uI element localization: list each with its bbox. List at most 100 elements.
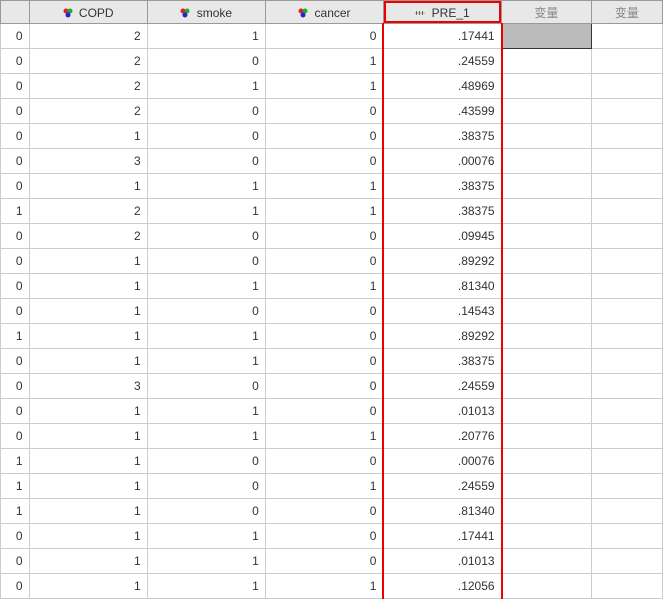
cell-smoke[interactable]: 0 <box>147 374 265 399</box>
cell-copd[interactable]: 1 <box>29 299 147 324</box>
table-row[interactable]: 0211.48969 <box>1 74 663 99</box>
cell-rownum[interactable]: 1 <box>1 474 30 499</box>
cell-rownum[interactable]: 1 <box>1 324 30 349</box>
cell-rownum[interactable]: 0 <box>1 399 30 424</box>
cell-empty1[interactable] <box>502 399 592 424</box>
cell-empty2[interactable] <box>591 349 662 374</box>
cell-cancer[interactable]: 0 <box>265 299 383 324</box>
cell-copd[interactable]: 1 <box>29 424 147 449</box>
cell-pre1[interactable]: .24559 <box>383 474 501 499</box>
data-grid[interactable]: COPD smoke cancer PRE_1 变量 变量 0210.17441… <box>0 0 663 599</box>
table-row[interactable]: 0200.43599 <box>1 99 663 124</box>
cell-empty2[interactable] <box>591 99 662 124</box>
cell-copd[interactable]: 1 <box>29 124 147 149</box>
cell-empty2[interactable] <box>591 24 662 49</box>
cell-rownum[interactable]: 0 <box>1 574 30 599</box>
cell-cancer[interactable]: 1 <box>265 474 383 499</box>
table-row[interactable]: 0100.14543 <box>1 299 663 324</box>
cell-smoke[interactable]: 1 <box>147 574 265 599</box>
cell-cancer[interactable]: 0 <box>265 324 383 349</box>
table-row[interactable]: 1110.89292 <box>1 324 663 349</box>
cell-empty2[interactable] <box>591 374 662 399</box>
col-header-rownum[interactable] <box>1 1 30 24</box>
cell-empty2[interactable] <box>591 49 662 74</box>
cell-empty2[interactable] <box>591 174 662 199</box>
cell-rownum[interactable]: 0 <box>1 299 30 324</box>
cell-rownum[interactable]: 0 <box>1 274 30 299</box>
cell-cancer[interactable]: 0 <box>265 224 383 249</box>
cell-rownum[interactable]: 1 <box>1 499 30 524</box>
cell-copd[interactable]: 2 <box>29 24 147 49</box>
cell-pre1[interactable]: .81340 <box>383 274 501 299</box>
cell-empty2[interactable] <box>591 449 662 474</box>
table-row[interactable]: 0110.01013 <box>1 399 663 424</box>
cell-empty1[interactable] <box>502 199 592 224</box>
cell-smoke[interactable]: 0 <box>147 124 265 149</box>
cell-cancer[interactable]: 0 <box>265 124 383 149</box>
cell-copd[interactable]: 2 <box>29 224 147 249</box>
cell-empty2[interactable] <box>591 249 662 274</box>
cell-cancer[interactable]: 1 <box>265 574 383 599</box>
cell-empty1[interactable] <box>502 574 592 599</box>
cell-pre1[interactable]: .01013 <box>383 549 501 574</box>
cell-smoke[interactable]: 1 <box>147 274 265 299</box>
table-row[interactable]: 0200.09945 <box>1 224 663 249</box>
cell-empty2[interactable] <box>591 149 662 174</box>
cell-empty1[interactable] <box>502 49 592 74</box>
cell-copd[interactable]: 2 <box>29 199 147 224</box>
cell-copd[interactable]: 3 <box>29 149 147 174</box>
cell-cancer[interactable]: 0 <box>265 499 383 524</box>
cell-empty2[interactable] <box>591 399 662 424</box>
cell-pre1[interactable]: .24559 <box>383 374 501 399</box>
cell-empty2[interactable] <box>591 199 662 224</box>
cell-empty1[interactable] <box>502 149 592 174</box>
cell-pre1[interactable]: .14543 <box>383 299 501 324</box>
table-row[interactable]: 0100.89292 <box>1 249 663 274</box>
cell-pre1[interactable]: .24559 <box>383 49 501 74</box>
cell-empty1[interactable] <box>502 524 592 549</box>
cell-smoke[interactable]: 1 <box>147 24 265 49</box>
cell-empty2[interactable] <box>591 274 662 299</box>
cell-copd[interactable]: 3 <box>29 374 147 399</box>
col-header-pre1[interactable]: PRE_1 <box>383 1 501 24</box>
cell-rownum[interactable]: 0 <box>1 374 30 399</box>
cell-pre1[interactable]: .00076 <box>383 149 501 174</box>
cell-cancer[interactable]: 0 <box>265 249 383 274</box>
cell-copd[interactable]: 1 <box>29 274 147 299</box>
cell-smoke[interactable]: 1 <box>147 524 265 549</box>
cell-rownum[interactable]: 0 <box>1 549 30 574</box>
cell-smoke[interactable]: 0 <box>147 474 265 499</box>
cell-pre1[interactable]: .20776 <box>383 424 501 449</box>
cell-cancer[interactable]: 0 <box>265 549 383 574</box>
cell-copd[interactable]: 1 <box>29 499 147 524</box>
cell-cancer[interactable]: 1 <box>265 49 383 74</box>
cell-smoke[interactable]: 0 <box>147 224 265 249</box>
table-row[interactable]: 0111.12056 <box>1 574 663 599</box>
cell-cancer[interactable]: 1 <box>265 199 383 224</box>
cell-empty2[interactable] <box>591 549 662 574</box>
cell-cancer[interactable]: 0 <box>265 24 383 49</box>
cell-empty2[interactable] <box>591 574 662 599</box>
cell-cancer[interactable]: 0 <box>265 449 383 474</box>
cell-smoke[interactable]: 1 <box>147 174 265 199</box>
cell-smoke[interactable]: 0 <box>147 499 265 524</box>
cell-rownum[interactable]: 0 <box>1 174 30 199</box>
cell-pre1[interactable]: .43599 <box>383 99 501 124</box>
cell-empty2[interactable] <box>591 474 662 499</box>
cell-smoke[interactable]: 1 <box>147 549 265 574</box>
cell-copd[interactable]: 1 <box>29 249 147 274</box>
cell-cancer[interactable]: 1 <box>265 74 383 99</box>
cell-rownum[interactable]: 1 <box>1 199 30 224</box>
cell-empty2[interactable] <box>591 124 662 149</box>
table-row[interactable]: 1101.24559 <box>1 474 663 499</box>
col-header-empty2[interactable]: 变量 <box>591 1 662 24</box>
table-row[interactable]: 0110.01013 <box>1 549 663 574</box>
cell-pre1[interactable]: .01013 <box>383 399 501 424</box>
cell-copd[interactable]: 2 <box>29 49 147 74</box>
cell-empty1[interactable] <box>502 549 592 574</box>
cell-empty2[interactable] <box>591 524 662 549</box>
table-row[interactable]: 0111.38375 <box>1 174 663 199</box>
cell-copd[interactable]: 1 <box>29 549 147 574</box>
cell-smoke[interactable]: 0 <box>147 299 265 324</box>
cell-empty1[interactable] <box>502 349 592 374</box>
